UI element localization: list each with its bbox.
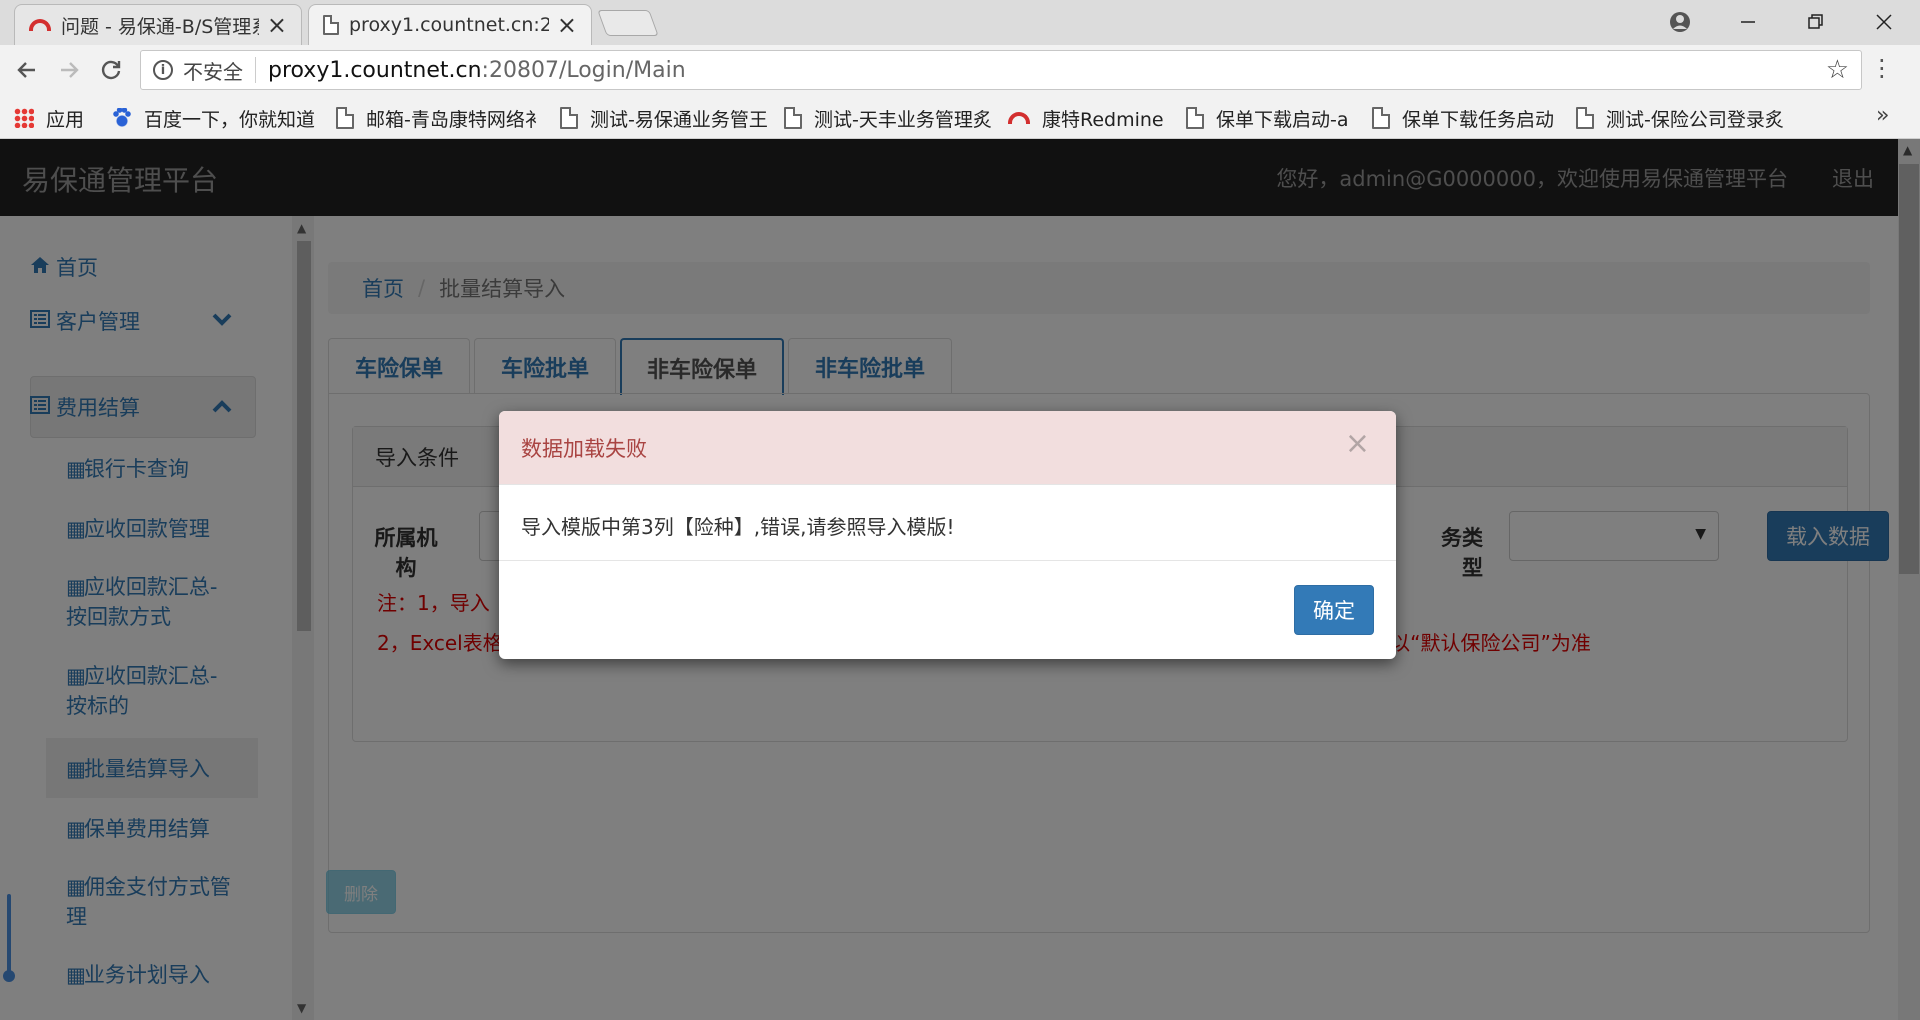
bookmark-mail[interactable]: 邮箱-青岛康特网络衤 bbox=[336, 105, 544, 131]
redmine-icon bbox=[29, 19, 51, 31]
bookmark-label: 保单下载启动-a bbox=[1216, 108, 1349, 131]
close-icon[interactable]: × bbox=[267, 11, 287, 39]
bookmark-test-ybt[interactable]: 测试-易保通业务管王 bbox=[560, 105, 768, 131]
page-icon bbox=[336, 107, 354, 129]
dialog-message: 导入模版中第3列【险种】,错误,请参照导入模版! bbox=[499, 485, 1396, 561]
bookmark-test-tianfeng[interactable]: 测试-天丰业务管理炙 bbox=[784, 105, 992, 131]
bookmark-star-icon[interactable]: ☆ bbox=[1826, 55, 1849, 85]
close-icon[interactable]: × bbox=[557, 11, 577, 39]
apps-icon bbox=[14, 108, 34, 128]
dialog-header: 数据加载失败 × bbox=[499, 411, 1396, 485]
bookmarks-overflow-icon[interactable]: » bbox=[1876, 103, 1889, 128]
forward-arrow-icon[interactable] bbox=[52, 53, 86, 87]
page-icon bbox=[784, 107, 802, 129]
reload-icon[interactable] bbox=[94, 53, 128, 87]
page-icon bbox=[1576, 107, 1594, 129]
browser-menu-icon[interactable]: · · · bbox=[1878, 49, 1886, 89]
bookmark-label: 测试-保险公司登录炙 bbox=[1606, 108, 1784, 131]
browser-tab-strip: 问题 - 易保通-B/S管理系 × proxy1.countnet.cn:208… bbox=[0, 0, 1920, 45]
back-arrow-icon[interactable] bbox=[10, 53, 44, 87]
redmine-icon bbox=[1008, 112, 1030, 124]
browser-toolbar: i 不安全 proxy1.countnet.cn :20807/Login/Ma… bbox=[0, 45, 1920, 95]
omnibox-divider bbox=[255, 57, 256, 83]
url-path: :20807/Login/Main bbox=[481, 57, 686, 83]
page-icon bbox=[1372, 107, 1390, 129]
page-icon bbox=[1186, 107, 1204, 129]
bookmark-label: 百度一下，你就知道 bbox=[144, 108, 316, 131]
address-bar[interactable]: i 不安全 proxy1.countnet.cn :20807/Login/Ma… bbox=[140, 50, 1862, 90]
url-host: proxy1.countnet.cn bbox=[268, 57, 482, 83]
new-tab-button[interactable] bbox=[597, 10, 659, 36]
profile-icon[interactable] bbox=[1652, 6, 1708, 38]
bookmark-label: 邮箱-青岛康特网络衤 bbox=[366, 108, 544, 131]
tab-title: proxy1.countnet.cn:208 bbox=[349, 14, 549, 36]
dialog-title: 数据加载失败 bbox=[521, 437, 647, 461]
bookmark-label: 保单下载任务启动 bbox=[1402, 108, 1555, 131]
bookmark-insurer-login[interactable]: 测试-保险公司登录炙 bbox=[1576, 105, 1784, 131]
bookmarks-bar: 应用 百度一下，你就知道 邮箱-青岛康特网络衤 测试-易保通业务管王 测试-天丰… bbox=[0, 95, 1920, 139]
bookmark-label: 康特Redmine bbox=[1042, 108, 1164, 131]
bookmark-redmine[interactable]: 康特Redmine bbox=[1008, 105, 1164, 131]
browser-tab-issue[interactable]: 问题 - 易保通-B/S管理系 × bbox=[14, 4, 302, 45]
info-icon[interactable]: i bbox=[153, 60, 173, 80]
bookmark-baidu[interactable]: 百度一下，你就知道 bbox=[112, 105, 315, 131]
page-icon bbox=[560, 107, 578, 129]
bookmark-download-task[interactable]: 保单下载任务启动 bbox=[1372, 105, 1554, 131]
security-indicator[interactable]: 不安全 bbox=[183, 56, 243, 85]
window-close-icon[interactable] bbox=[1856, 6, 1912, 38]
browser-tab-proxy[interactable]: proxy1.countnet.cn:208 × bbox=[308, 4, 592, 45]
bookmark-label: 测试-天丰业务管理炙 bbox=[814, 108, 992, 131]
close-icon[interactable]: × bbox=[1345, 429, 1370, 459]
minimize-icon[interactable] bbox=[1720, 6, 1776, 38]
baidu-paw-icon bbox=[112, 108, 132, 128]
restore-icon[interactable] bbox=[1788, 6, 1844, 38]
bookmark-apps[interactable]: 应用 bbox=[14, 105, 84, 131]
bookmark-download-a[interactable]: 保单下载启动-a bbox=[1186, 105, 1349, 131]
page-icon bbox=[323, 15, 339, 35]
error-dialog: 数据加载失败 × 导入模版中第3列【险种】,错误,请参照导入模版! 确定 bbox=[499, 411, 1396, 659]
bookmark-label: 应用 bbox=[46, 108, 85, 131]
dialog-footer: 确定 bbox=[499, 561, 1396, 659]
confirm-button[interactable]: 确定 bbox=[1294, 585, 1374, 635]
tab-title: 问题 - 易保通-B/S管理系 bbox=[61, 15, 259, 38]
bookmark-label: 测试-易保通业务管王 bbox=[590, 108, 768, 131]
